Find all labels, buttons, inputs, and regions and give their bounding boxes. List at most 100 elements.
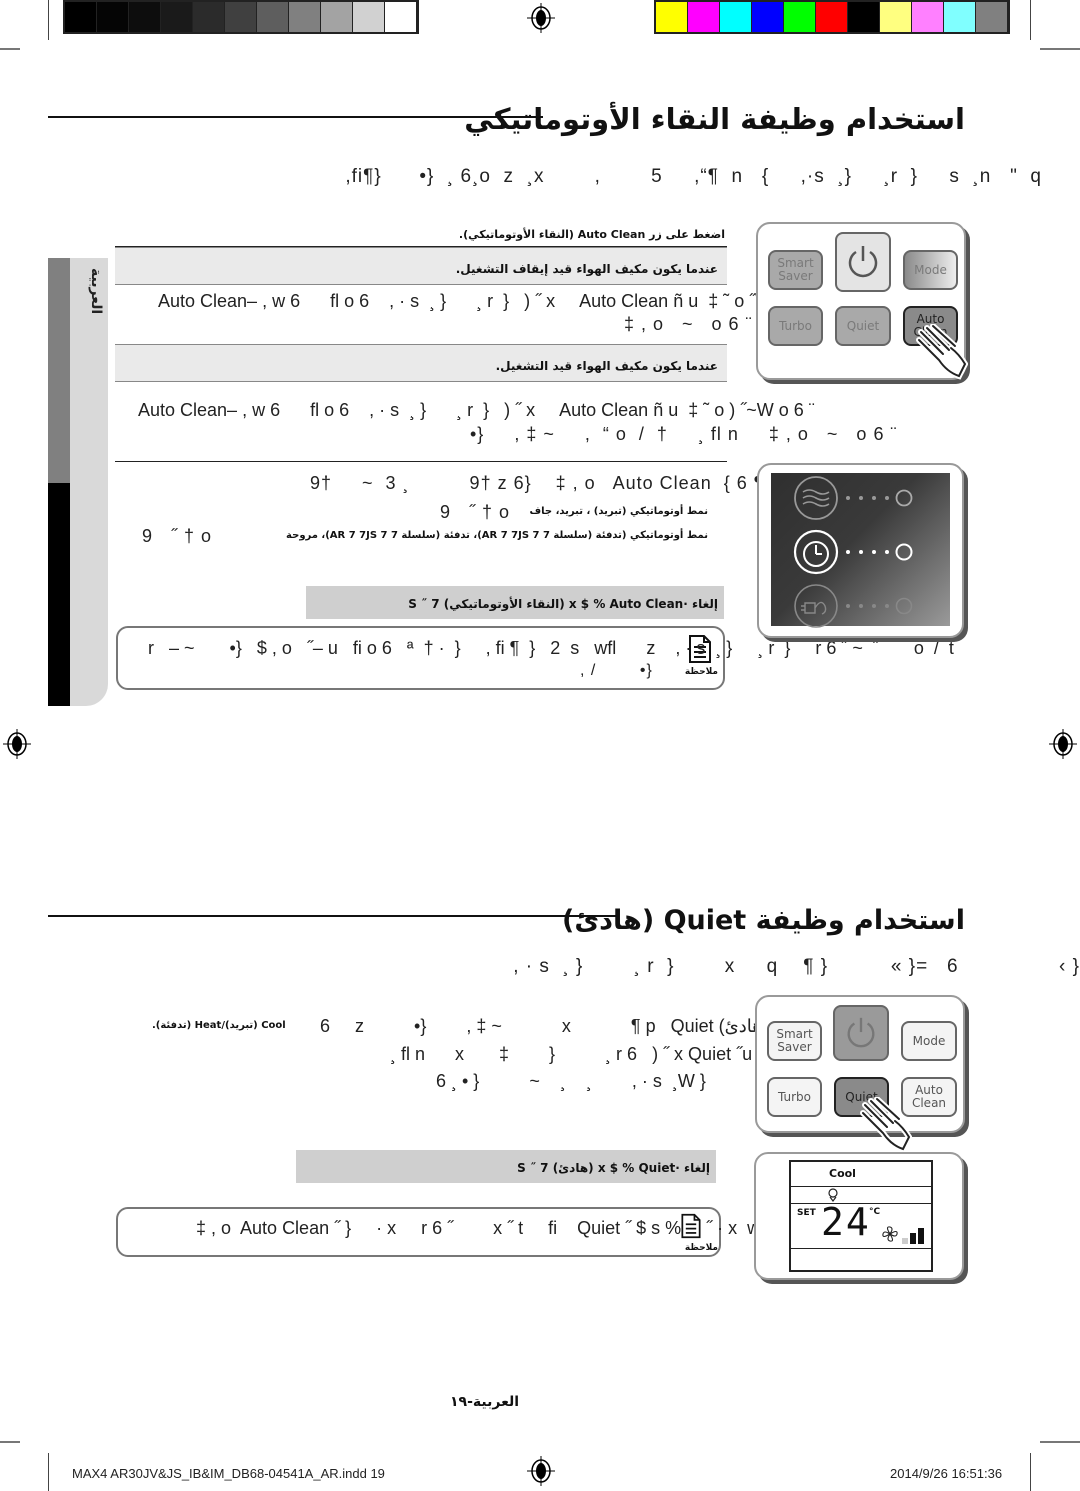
row-off-line-2: ‡ , o ~ o 6 ¨ bbox=[624, 314, 753, 334]
registration-mark-icon bbox=[1049, 729, 1077, 759]
quiet-step-mode-text: Cool (تبريد)/Heat (تدفئة). bbox=[152, 1020, 286, 1031]
remote-button-power[interactable] bbox=[835, 232, 891, 292]
lcd-temperature-unit: °C bbox=[869, 1207, 881, 1217]
section-intro: ,fi¶} •} ¸ 6¸o z ¸x , 5 ,“¶ n { ,·s ¸} ¸… bbox=[345, 166, 1042, 187]
color-swatch bbox=[976, 2, 1007, 32]
lcd-screen: Cool SET 24 °C bbox=[789, 1160, 933, 1272]
lcd-set-label: SET bbox=[797, 1208, 816, 1218]
indicator-dots-row-2 bbox=[846, 550, 889, 554]
grayscale-swatch bbox=[385, 2, 416, 32]
side-tab-background bbox=[70, 258, 108, 706]
registration-mark-icon bbox=[3, 729, 31, 759]
section-title-auto-clean: استخدام وظيفة النقاء الأوتوماتيكي bbox=[464, 102, 965, 136]
note-label: ملاحظة bbox=[684, 667, 718, 677]
step-press-auto-clean: اضغط على زر Auto Clean (النقاء الأوتومات… bbox=[458, 228, 725, 241]
mode-note-line-3: نمط أوتوماتيكي (تدفئة (سلسلة AR 7 7JS 7 … bbox=[286, 530, 708, 541]
grayscale-swatch bbox=[129, 2, 160, 32]
footer-file-name: MAX4 AR30JV&JS_IB&IM_DB68-04541A_AR.indd… bbox=[72, 1466, 385, 1481]
remote-lcd-panel: Cool SET 24 °C bbox=[754, 1152, 964, 1280]
section-quiet-intro: , · s ¸ } ¸ r } x q ¶ } « }= 6 ‹ } bbox=[513, 956, 1080, 977]
side-tab-band bbox=[48, 483, 70, 706]
language-side-tab: العربية bbox=[48, 258, 108, 706]
cancel-quiet-text: إلغاء ·x $ % Quiet (هادئ) S ˝ 7 bbox=[517, 1161, 710, 1175]
indicator-dots-row-3 bbox=[846, 604, 889, 608]
row-header-on-text: عندما يكون مكيف الهواء قيد التشغيل. bbox=[495, 359, 718, 373]
color-swatch bbox=[784, 2, 815, 32]
remote-button-turbo[interactable]: Turbo bbox=[768, 306, 823, 346]
color-swatch bbox=[752, 2, 783, 32]
mode-note-line-2: نمط أوتوماتيكي (تبريد) ، تبريد، جاف bbox=[529, 506, 708, 517]
color-swatch bbox=[880, 2, 911, 32]
row-rule bbox=[115, 461, 727, 462]
remote-button-quiet[interactable]: Quiet bbox=[835, 306, 891, 346]
power-icon bbox=[847, 1017, 875, 1048]
note-label: ملاحظة bbox=[684, 1243, 718, 1253]
crop-mark bbox=[0, 48, 20, 50]
indicator-led-wave bbox=[895, 489, 913, 507]
registration-mark-icon bbox=[527, 3, 555, 33]
row-on-line-2: •} , ‡ ~ , “ o / † ¸ fl n ‡ , o ~ o 6 ¨ bbox=[470, 424, 898, 444]
grayscale-swatch bbox=[289, 2, 320, 32]
remote-control-auto-clean: Smart Saver Mode Turbo Quiet Auto Clean bbox=[756, 222, 968, 380]
color-swatch bbox=[656, 2, 687, 32]
registration-mark-icon bbox=[527, 1456, 555, 1486]
section-title-quiet: استخدام وظيفة Quiet (هادئ) bbox=[562, 905, 965, 936]
mode-note-line-2-garbled: 9 ˝ † o bbox=[440, 502, 511, 522]
footer-timestamp: 2014/9/26 16:51:36 bbox=[890, 1466, 1003, 1481]
mode-note-line-1: 9† ~ 3 ¸ 9† z 6} ‡ , o Auto Clean { 6 ¶ … bbox=[310, 473, 817, 493]
fan-speed-bars bbox=[902, 1226, 928, 1244]
cancel-auto-clean-text: إلغاء ·x $ % Auto Clean (النقاء الأوتوما… bbox=[408, 597, 718, 611]
crop-mark bbox=[1040, 1441, 1080, 1443]
remote-button-mode[interactable]: Mode bbox=[901, 1021, 957, 1061]
section-rule bbox=[48, 915, 616, 917]
lcd-mode-label: Cool bbox=[829, 1167, 856, 1180]
row-on-line-1: Auto Clean– , w 6 fl o 6 , · s ¸ } ¸ r }… bbox=[138, 400, 815, 420]
fan-speed-bar bbox=[910, 1233, 916, 1244]
indicator-dots-row-1 bbox=[846, 496, 889, 500]
fan-speed-bar bbox=[902, 1238, 908, 1244]
note-quiet-line-1: ‡ , o Auto Clean ˝ } · x r 6 ˝ x ˝ t fi … bbox=[196, 1218, 802, 1238]
fan-speed-bar bbox=[918, 1228, 924, 1244]
color-swatch bbox=[848, 2, 879, 32]
page-number: العربية-١٩ bbox=[450, 1394, 520, 1410]
grayscale-swatch bbox=[257, 2, 288, 32]
row-off-line-1: Auto Clean– , w 6 fl o 6 , · s ¸ } ¸ r }… bbox=[158, 291, 833, 311]
indicator-led-timer bbox=[895, 543, 913, 561]
color-swatch bbox=[816, 2, 847, 32]
remote-button-smart-saver[interactable]: Smart Saver bbox=[767, 1021, 822, 1061]
remote-button-power[interactable] bbox=[833, 1005, 889, 1061]
row-header-off-text: عندما يكون مكيف الهواء قيد إيقاف التشغيل… bbox=[455, 262, 718, 276]
power-icon bbox=[848, 246, 878, 278]
grayscale-color-bar bbox=[63, 0, 419, 34]
mode-note-line-3-garbled: 9 ˝ † o bbox=[142, 526, 213, 546]
hand-pointer-icon bbox=[860, 1097, 912, 1153]
lcd-temperature: 24 bbox=[821, 1200, 871, 1244]
grayscale-swatch bbox=[97, 2, 128, 32]
color-swatch bbox=[720, 2, 751, 32]
indicator-rows bbox=[793, 476, 913, 628]
fan-icon bbox=[882, 1226, 898, 1242]
remote-control-quiet: Smart Saver Mode Turbo Quiet Auto Clean bbox=[755, 995, 965, 1153]
remote-button-smart-saver[interactable]: Smart Saver bbox=[768, 250, 823, 290]
grayscale-swatch bbox=[65, 2, 96, 32]
remote-button-mode[interactable]: Mode bbox=[903, 250, 958, 290]
remote-button-turbo[interactable]: Turbo bbox=[767, 1077, 822, 1117]
side-tab-label: العربية bbox=[88, 268, 104, 315]
timer-icon bbox=[793, 529, 839, 575]
crop-mark bbox=[48, 1453, 49, 1491]
color-swatch bbox=[688, 2, 719, 32]
indicator-led-plug bbox=[895, 597, 913, 615]
lcd-divider bbox=[791, 1248, 931, 1249]
hand-pointer-icon bbox=[916, 324, 968, 380]
grayscale-swatch bbox=[161, 2, 192, 32]
side-tab-band bbox=[48, 258, 70, 483]
note-auto-clean-line-2: , / •} bbox=[580, 662, 653, 679]
grayscale-swatch bbox=[321, 2, 352, 32]
wave-icon bbox=[794, 476, 838, 520]
lcd-divider bbox=[791, 1186, 931, 1187]
crop-mark bbox=[1030, 1453, 1031, 1491]
note-auto-clean-line-1: r – ~ •} $ , o ˝– u fi o 6 ª † · } , fi … bbox=[148, 638, 954, 658]
plug-icon bbox=[794, 584, 838, 628]
grayscale-swatch bbox=[225, 2, 256, 32]
crop-mark bbox=[0, 1441, 20, 1443]
